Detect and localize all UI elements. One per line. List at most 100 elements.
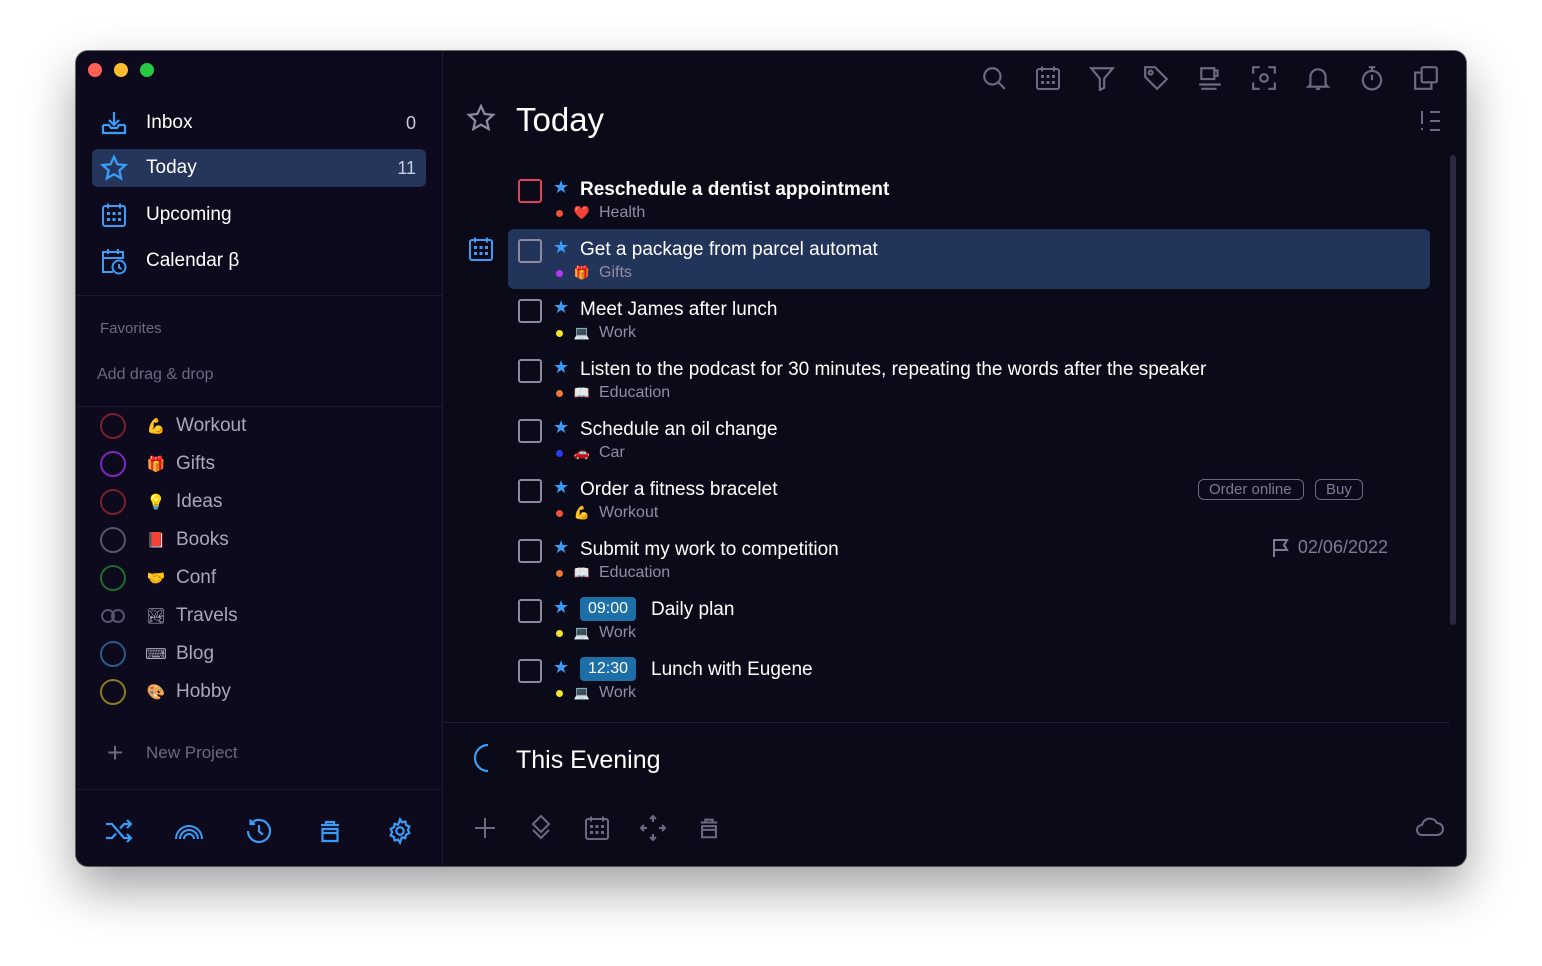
task-checkbox[interactable] — [518, 359, 542, 383]
scheduled-calendar-icon[interactable] — [468, 236, 494, 267]
shuffle-icon[interactable] — [101, 816, 137, 846]
task-row[interactable]: ★ Get a package from parcel automat 🎁 Gi… — [508, 229, 1430, 289]
task-project-label: Work — [599, 324, 637, 341]
project-travels[interactable]: 🏞 Travels — [100, 601, 238, 631]
top-toolbar — [976, 63, 1444, 93]
task-project: 💻 Work — [556, 684, 636, 702]
time-badge: 12:30 — [580, 657, 637, 681]
task-project-label: Workout — [599, 504, 659, 521]
history-icon[interactable] — [241, 816, 277, 846]
task-project-label: Work — [599, 684, 637, 701]
sidebar-divider — [76, 406, 443, 407]
cloud-sync-icon[interactable] — [1414, 815, 1444, 842]
search-icon[interactable] — [976, 63, 1012, 93]
sidebar-item-calendar[interactable]: Calendar β — [92, 242, 426, 280]
project-workout[interactable]: 💪 Workout — [100, 411, 246, 441]
task-checkbox[interactable] — [518, 599, 542, 623]
project-dot — [556, 269, 563, 277]
star-icon — [92, 154, 136, 182]
focus-icon[interactable] — [1246, 63, 1282, 93]
keyboard-icon: ⌨ — [145, 646, 167, 663]
scrollbar[interactable] — [1450, 155, 1456, 625]
sidebar-item-today[interactable]: Today 11 — [92, 149, 426, 187]
task-project-label: Gifts — [599, 264, 632, 281]
project-progress-ring — [100, 565, 126, 591]
page-header: Today — [466, 101, 604, 139]
task-checkbox[interactable] — [518, 239, 542, 263]
project-ideas[interactable]: 💡 Ideas — [100, 487, 222, 517]
star-icon: ★ — [553, 357, 570, 377]
task-project-label: Education — [599, 564, 671, 581]
project-conf[interactable]: 🤝 Conf — [100, 563, 216, 593]
task-row[interactable]: ★ Reschedule a dentist appointment ❤️ He… — [508, 169, 1432, 229]
move-icon[interactable] — [636, 813, 670, 843]
task-title: Submit my work to competition — [580, 539, 839, 560]
task-checkbox[interactable] — [518, 419, 542, 443]
calendar-icon[interactable] — [1030, 63, 1066, 93]
task-row[interactable]: ★ Schedule an oil change 🚗 Car — [508, 409, 1432, 469]
rainbow-icon[interactable] — [171, 816, 207, 846]
add-task-icon[interactable] — [468, 813, 502, 843]
close-window-button[interactable] — [88, 63, 102, 77]
project-gifts[interactable]: 🎁 Gifts — [100, 449, 215, 479]
task-checkbox[interactable] — [518, 659, 542, 683]
tag-icon[interactable] — [1138, 63, 1174, 93]
sidebar-divider — [76, 789, 443, 790]
task-row[interactable]: ★ Meet James after lunch 💻 Work — [508, 289, 1432, 349]
trash-icon[interactable] — [312, 816, 348, 846]
star-icon — [466, 102, 496, 138]
trash-icon[interactable] — [692, 813, 726, 843]
task-checkbox[interactable] — [518, 299, 542, 323]
task-title: Lunch with Eugene — [651, 659, 813, 680]
new-project-label: New Project — [146, 743, 238, 762]
star-icon: ★ — [553, 177, 570, 197]
star-icon: ★ — [553, 537, 570, 557]
task-checkbox[interactable] — [518, 179, 542, 203]
tag-order-online[interactable]: Order online — [1198, 479, 1304, 500]
calendar-icon[interactable] — [580, 813, 614, 843]
tag-buy[interactable]: Buy — [1315, 479, 1363, 500]
project-books[interactable]: 📕 Books — [100, 525, 229, 555]
task-row[interactable]: ★ Submit my work to competition 📖 Educat… — [508, 529, 1432, 589]
project-hobby[interactable]: 🎨 Hobby — [100, 677, 231, 707]
bell-icon[interactable] — [1300, 63, 1336, 93]
task-project: 📖 Education — [556, 384, 670, 402]
book-icon: 📕 — [146, 532, 166, 549]
new-project-button[interactable]: + New Project — [104, 737, 238, 769]
sidebar-item-label: Inbox — [146, 112, 193, 133]
task-checkbox[interactable] — [518, 479, 542, 503]
project-dot — [556, 389, 563, 397]
filter-icon[interactable] — [1084, 63, 1120, 93]
project-blog[interactable]: ⌨ Blog — [100, 639, 214, 669]
task-project-label: Education — [599, 384, 671, 401]
sort-icon[interactable] — [1418, 109, 1444, 138]
sidebar-bottom-toolbar — [76, 811, 443, 851]
task-project: 💪 Workout — [556, 504, 658, 522]
project-label: Gifts — [176, 453, 216, 474]
sidebar-item-upcoming[interactable]: Upcoming — [92, 196, 426, 234]
stopwatch-icon[interactable] — [1354, 63, 1390, 93]
deadline[interactable]: 02/06/2022 — [1272, 537, 1388, 558]
gear-icon[interactable] — [382, 816, 418, 846]
laptop-icon: 💻 — [573, 625, 591, 640]
inbox-icon — [92, 110, 136, 136]
deadline-date: 02/06/2022 — [1297, 537, 1388, 557]
task-row[interactable]: ★ Listen to the podcast for 30 minutes, … — [508, 349, 1432, 409]
task-checkbox[interactable] — [518, 539, 542, 563]
zoom-window-button[interactable] — [140, 63, 154, 77]
coffee-cup-icon[interactable] — [1192, 63, 1228, 93]
task-row[interactable]: ★ Order a fitness bracelet 💪 Workout Ord… — [508, 469, 1432, 529]
minimize-window-button[interactable] — [114, 63, 128, 77]
app-window: Inbox 0 Today 11 Upcoming Calendar β Fav… — [76, 51, 1466, 866]
priority-icon[interactable] — [524, 813, 558, 843]
windows-icon[interactable] — [1408, 63, 1444, 93]
project-progress-ring — [100, 641, 126, 667]
sidebar-item-inbox[interactable]: Inbox 0 — [92, 104, 426, 142]
task-project: 🚗 Car — [556, 444, 625, 462]
plus-icon: + — [106, 737, 124, 768]
project-dot — [556, 509, 563, 517]
task-row[interactable]: ★ 12:30 Lunch with Eugene 💻 Work — [508, 649, 1432, 709]
laptop-icon: 💻 — [573, 325, 591, 340]
sidebar-item-label: Calendar β — [146, 250, 240, 271]
task-row[interactable]: ★ 09:00 Daily plan 💻 Work — [508, 589, 1432, 649]
